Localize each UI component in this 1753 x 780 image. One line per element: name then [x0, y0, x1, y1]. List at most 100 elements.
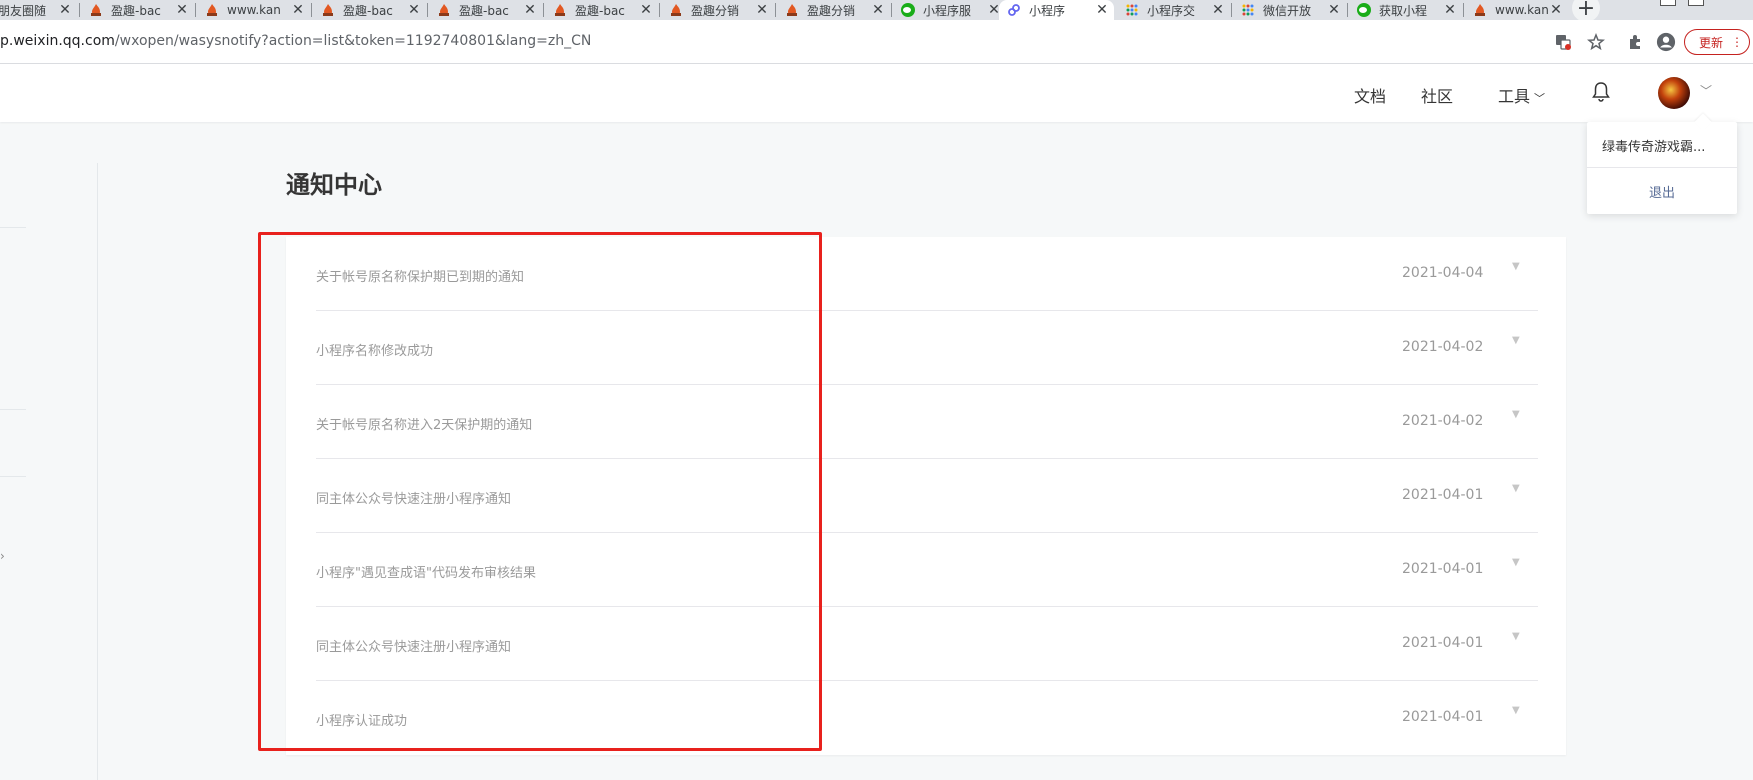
notification-date: 2021-04-04	[1402, 265, 1484, 281]
expand-arrow-icon[interactable]: ▼	[1512, 483, 1520, 494]
close-icon[interactable]: ✕	[1548, 2, 1564, 18]
wechat-icon	[1357, 3, 1371, 17]
new-tab-button[interactable]: +	[1572, 0, 1600, 20]
url-host: p.weixin.qq.com	[0, 33, 115, 49]
browser-tab-active[interactable]: 小程序 ✕	[999, 0, 1114, 20]
nav-community-link[interactable]: 社区	[1421, 83, 1453, 107]
address-bar: p.weixin.qq.com/wxopen/wasysnotify?actio…	[0, 20, 1753, 64]
browser-tab-strip: 朋友圈随 ✕ 盈趣-bac ✕ www.kan ✕ 盈趣-bac ✕ 盈趣-ba…	[0, 0, 1753, 20]
close-icon[interactable]: ✕	[522, 2, 538, 18]
logout-link[interactable]: 退出	[1587, 182, 1737, 201]
restore-window-icon[interactable]	[1688, 0, 1704, 6]
browser-tab[interactable]: 小程序服 ✕	[893, 0, 1006, 20]
url-field[interactable]: p.weixin.qq.com/wxopen/wasysnotify?actio…	[0, 33, 591, 49]
close-icon[interactable]: ✕	[290, 2, 306, 18]
tab-title: 小程序	[1029, 3, 1066, 18]
close-icon[interactable]: ✕	[1326, 2, 1342, 18]
close-icon[interactable]: ✕	[1442, 2, 1458, 18]
account-dropdown: 绿毒传奇游戏霸... 退出	[1587, 122, 1737, 214]
fire-icon	[89, 3, 103, 17]
expand-arrow-icon[interactable]: ▼	[1512, 705, 1520, 716]
fire-icon	[437, 3, 451, 17]
sidebar-divider	[0, 476, 26, 477]
browser-tab[interactable]: 盈趣-bac ✕	[545, 0, 658, 20]
notification-date: 2021-04-01	[1402, 561, 1484, 577]
browser-tab[interactable]: 获取小程 ✕	[1349, 0, 1462, 20]
close-icon[interactable]: ✕	[638, 2, 654, 18]
nav-tools-label: 工具	[1498, 87, 1531, 106]
tab-title: 盈趣分销	[807, 3, 856, 18]
nav-tools-menu[interactable]: 工具 ﹀	[1498, 83, 1545, 107]
minimize-window-icon[interactable]	[1660, 0, 1676, 6]
tab-title: 盈趣-bac	[111, 3, 161, 18]
miniprogram-icon	[1007, 3, 1021, 17]
notification-date: 2021-04-01	[1402, 487, 1484, 503]
browser-tab[interactable]: 微信开放 ✕	[1233, 0, 1346, 20]
notification-date: 2021-04-01	[1402, 635, 1484, 651]
tab-title: 盈趣分销	[691, 3, 740, 18]
expand-arrow-icon[interactable]: ▼	[1512, 557, 1520, 568]
close-icon[interactable]: ✕	[57, 2, 73, 18]
page-title: 通知中心	[286, 171, 382, 199]
url-path: /wxopen/wasysnotify?action=list&token=11…	[114, 33, 592, 49]
expand-arrow-icon[interactable]: ▼	[1512, 631, 1520, 642]
close-icon[interactable]: ✕	[754, 2, 770, 18]
more-vertical-icon: ⋮	[1731, 35, 1743, 49]
tab-title: 盈趣-bac	[575, 3, 625, 18]
notification-date: 2021-04-02	[1402, 339, 1484, 355]
browser-tab[interactable]: 盈趣分销 ✕	[661, 0, 774, 20]
close-icon[interactable]: ✕	[406, 2, 422, 18]
extensions-puzzle-icon[interactable]	[1625, 32, 1645, 52]
close-icon[interactable]: ✕	[870, 2, 886, 18]
tab-title: 盈趣-bac	[459, 3, 509, 18]
browser-tab[interactable]: 朋友圈随 ✕	[0, 0, 77, 20]
browser-tab[interactable]: 盈趣-bac ✕	[81, 0, 194, 20]
chevron-down-icon[interactable]: ﹀	[1700, 82, 1712, 99]
fire-icon	[321, 3, 335, 17]
translate-icon[interactable]	[1553, 32, 1573, 52]
browser-tab[interactable]: 盈趣分销 ✕	[777, 0, 890, 20]
avatar[interactable]	[1658, 77, 1690, 109]
fire-icon	[1473, 3, 1487, 17]
chevron-down-icon: ﹀	[1534, 92, 1546, 105]
browser-tab[interactable]: 盈趣-bac ✕	[429, 0, 542, 20]
nav-docs-link[interactable]: 文档	[1354, 83, 1386, 107]
close-icon[interactable]: ✕	[1094, 2, 1110, 18]
site-header: 文档 社区 工具 ﹀ ﹀	[0, 64, 1753, 122]
profile-icon[interactable]	[1656, 32, 1676, 52]
close-icon[interactable]: ✕	[174, 2, 190, 18]
update-label: 更新	[1699, 35, 1724, 50]
expand-arrow-icon[interactable]: ▼	[1512, 335, 1520, 346]
sidebar-chevron-icon[interactable]: ›	[0, 549, 5, 563]
tab-title: 小程序交	[1147, 3, 1196, 18]
divider	[1587, 167, 1737, 168]
notification-date: 2021-04-01	[1402, 709, 1484, 725]
tab-title: www.kan	[1495, 3, 1548, 17]
sidebar-divider	[0, 227, 26, 228]
tab-title: 朋友圈随	[0, 3, 47, 18]
tab-title: www.kan	[227, 3, 281, 17]
bookmark-star-icon[interactable]	[1586, 32, 1606, 52]
notification-bell-icon[interactable]	[1591, 81, 1611, 103]
tab-title: 微信开放	[1263, 3, 1312, 18]
browser-tab[interactable]: www.kan ✕	[1465, 0, 1568, 20]
highlight-box	[258, 232, 822, 751]
tab-title: 获取小程	[1379, 3, 1428, 18]
tab-title: 小程序服	[923, 3, 972, 18]
fire-icon	[205, 3, 219, 17]
browser-tab[interactable]: 小程序交 ✕	[1117, 0, 1230, 20]
dots-grid-icon	[1241, 3, 1255, 17]
expand-arrow-icon[interactable]: ▼	[1512, 409, 1520, 420]
tab-title: 盈趣-bac	[343, 3, 393, 18]
dots-grid-icon	[1125, 3, 1139, 17]
browser-tab[interactable]: 盈趣-bac ✕	[313, 0, 426, 20]
notification-date: 2021-04-02	[1402, 413, 1484, 429]
browser-tab[interactable]: www.kan ✕	[197, 0, 310, 20]
sidebar-divider	[0, 409, 26, 410]
update-button[interactable]: 更新 ⋮	[1684, 29, 1750, 55]
close-icon[interactable]: ✕	[1210, 2, 1226, 18]
sidebar-border	[97, 163, 98, 780]
expand-arrow-icon[interactable]: ▼	[1512, 261, 1520, 272]
account-username: 绿毒传奇游戏霸...	[1602, 140, 1706, 155]
fire-icon	[785, 3, 799, 17]
